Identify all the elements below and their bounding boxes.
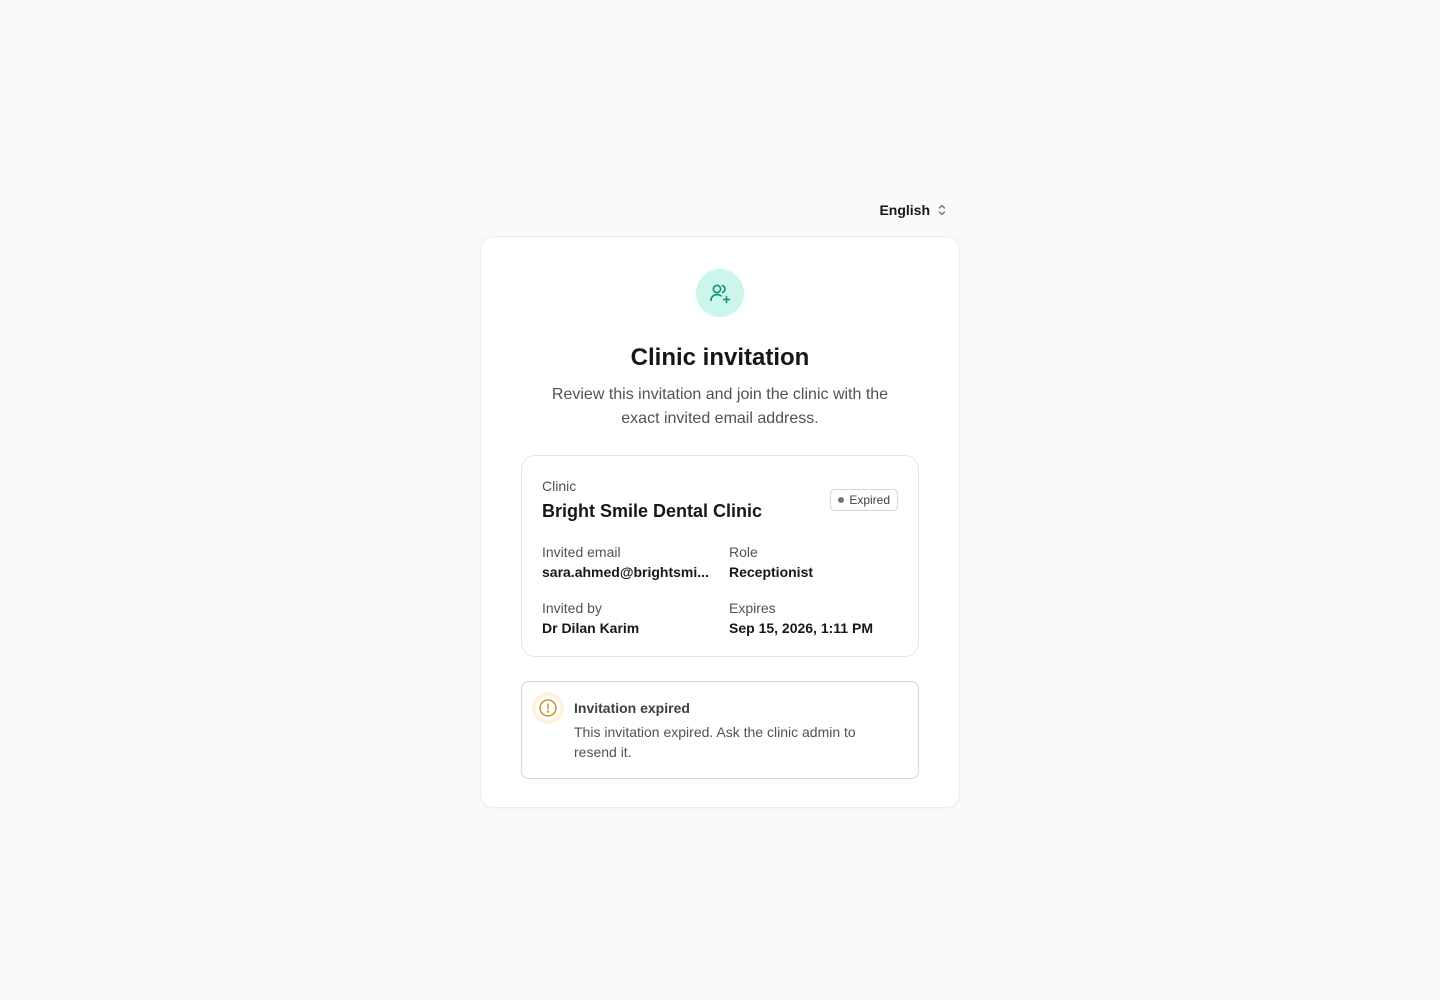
chevron-up-down-icon [936, 203, 948, 217]
invited-by-label: Invited by [542, 600, 602, 616]
role-field: Role Receptionist [729, 542, 898, 582]
invited-by-value: Dr Dilan Karim [542, 620, 640, 636]
expires-value: Sep 15, 2026, 1:11 PM [729, 620, 873, 636]
alert-body: This invitation expired. Ask the clinic … [574, 724, 856, 760]
language-selector-label: English [879, 202, 930, 218]
status-badge: Expired [830, 489, 898, 511]
page-title: Clinic invitation [630, 344, 810, 371]
language-row: English [480, 196, 960, 224]
user-plus-icon [696, 269, 744, 317]
expired-alert: Invitation expired This invitation expir… [521, 681, 919, 779]
invited-email-value: sara.ahmed@brightsmi... [542, 564, 709, 580]
invitation-page: English Clinic invitation Review this in… [480, 196, 960, 808]
alert-circle-icon [532, 692, 564, 724]
status-dot-icon [838, 497, 845, 503]
expires-field: Expires Sep 15, 2026, 1:11 PM [729, 598, 898, 638]
role-value: Receptionist [729, 564, 814, 580]
invitation-card: Clinic invitation Review this invitation… [480, 236, 960, 808]
invited-by-field: Invited by Dr Dilan Karim [542, 598, 729, 638]
invited-email-field: Invited email sara.ahmed@brightsmi... [542, 542, 729, 582]
status-badge-label: Expired [849, 493, 890, 507]
invitation-details: Clinic Bright Smile Dental Clinic Expire… [521, 455, 919, 657]
invited-email-label: Invited email [542, 544, 621, 560]
alert-title: Invitation expired [574, 700, 690, 716]
details-grid: Invited email sara.ahmed@brightsmi... Ro… [542, 542, 898, 638]
page-subtitle: Review this invitation and join the clin… [551, 386, 889, 427]
expires-label: Expires [729, 600, 776, 616]
role-label: Role [729, 544, 758, 560]
language-selector[interactable]: English [879, 202, 948, 218]
